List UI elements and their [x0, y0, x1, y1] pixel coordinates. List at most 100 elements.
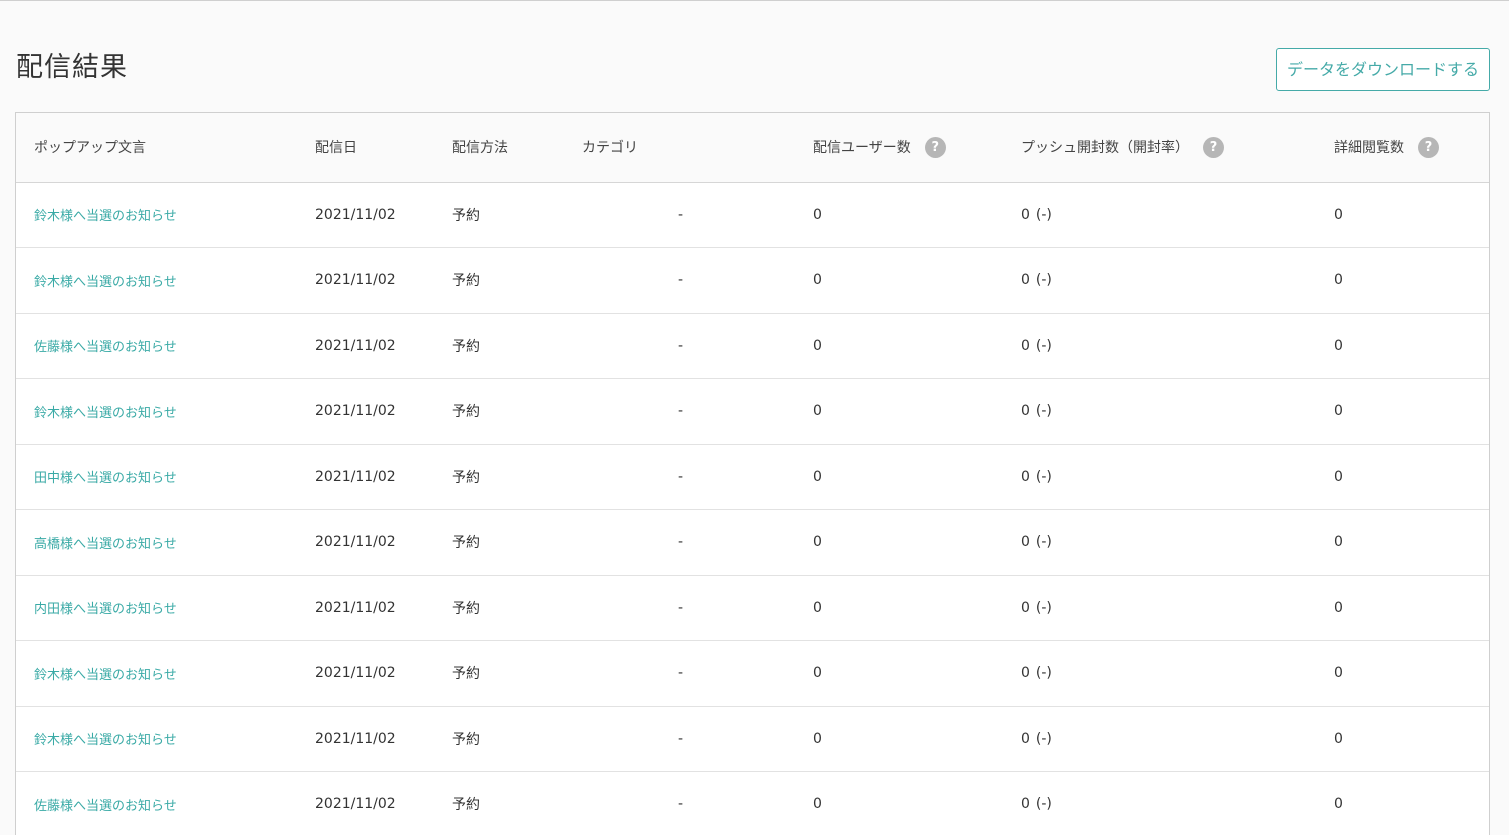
column-header-views-label: 詳細閲覧数: [1334, 139, 1404, 156]
views-cell: 0: [1334, 378, 1489, 445]
push-count: 0: [1021, 665, 1030, 682]
column-header-views: 詳細閲覧数?: [1334, 113, 1489, 183]
push-cell: 0 (-): [1021, 771, 1334, 835]
push-count: 0: [1021, 730, 1030, 747]
push-rate: (-): [1035, 403, 1052, 420]
column-header-method-label: 配信方法: [452, 140, 508, 157]
date-cell: 2021/11/02: [315, 640, 452, 707]
table-header-row: ポップアップ文言 配信日 配信方法 カテゴリ 配信ユーザー数? プッシュ開封数（…: [16, 113, 1489, 183]
message-link[interactable]: 鈴木様へ当選のお知らせ: [34, 275, 177, 290]
push-rate: (-): [1035, 337, 1052, 354]
message-link[interactable]: 鈴木様へ当選のお知らせ: [34, 733, 177, 748]
table-row: 佐藤様へ当選のお知らせ 2021/11/02 予約 - 0 0 (-) 0: [16, 313, 1489, 379]
category-cell: -: [582, 509, 813, 576]
push-cell: 0 (-): [1021, 640, 1334, 707]
push-count: 0: [1021, 468, 1030, 485]
push-cell: 0 (-): [1021, 444, 1334, 510]
users-cell: 0: [813, 444, 1021, 510]
message-cell: 鈴木様へ当選のお知らせ: [16, 378, 315, 445]
message-link[interactable]: 田中様へ当選のお知らせ: [34, 471, 177, 486]
push-help-icon[interactable]: ?: [1203, 137, 1224, 158]
download-data-button[interactable]: データをダウンロードする: [1276, 48, 1490, 91]
push-rate: (-): [1035, 730, 1052, 747]
message-link[interactable]: 佐藤様へ当選のお知らせ: [34, 799, 177, 814]
table-row: 鈴木様へ当選のお知らせ 2021/11/02 予約 - 0 0 (-) 0: [16, 378, 1489, 445]
date-cell: 2021/11/02: [315, 378, 452, 445]
push-count: 0: [1021, 206, 1030, 223]
page: 配信結果 データをダウンロードする ポップアップ文言 配信日 配信方法 カテゴリ…: [0, 0, 1509, 835]
push-cell: 0 (-): [1021, 378, 1334, 445]
date-cell: 2021/11/02: [315, 182, 452, 248]
users-cell: 0: [813, 509, 1021, 576]
views-cell: 0: [1334, 575, 1489, 641]
users-cell: 0: [813, 706, 1021, 772]
push-rate: (-): [1035, 468, 1052, 485]
views-cell: 0: [1334, 509, 1489, 576]
push-cell: 0 (-): [1021, 247, 1334, 314]
column-header-message-label: ポップアップ文言: [34, 140, 146, 157]
table-row: 高橋様へ当選のお知らせ 2021/11/02 予約 - 0 0 (-) 0: [16, 509, 1489, 576]
push-rate: (-): [1035, 599, 1052, 616]
results-table-container: ポップアップ文言 配信日 配信方法 カテゴリ 配信ユーザー数? プッシュ開封数（…: [15, 112, 1490, 835]
column-header-date-label: 配信日: [315, 140, 357, 157]
date-cell: 2021/11/02: [315, 247, 452, 314]
users-cell: 0: [813, 378, 1021, 445]
table-row: 佐藤様へ当選のお知らせ 2021/11/02 予約 - 0 0 (-) 0: [16, 771, 1489, 835]
column-header-users-label: 配信ユーザー数: [813, 139, 911, 156]
method-cell: 予約: [452, 509, 582, 576]
table-row: 鈴木様へ当選のお知らせ 2021/11/02 予約 - 0 0 (-) 0: [16, 247, 1489, 314]
message-link[interactable]: 内田様へ当選のお知らせ: [34, 602, 177, 617]
push-cell: 0 (-): [1021, 706, 1334, 772]
category-cell: -: [582, 313, 813, 379]
push-cell: 0 (-): [1021, 313, 1334, 379]
message-cell: 高橋様へ当選のお知らせ: [16, 509, 315, 576]
users-cell: 0: [813, 247, 1021, 314]
category-cell: -: [582, 378, 813, 445]
users-cell: 0: [813, 640, 1021, 707]
views-cell: 0: [1334, 706, 1489, 772]
message-link[interactable]: 佐藤様へ当選のお知らせ: [34, 340, 177, 355]
message-link[interactable]: 鈴木様へ当選のお知らせ: [34, 668, 177, 683]
users-help-icon[interactable]: ?: [924, 137, 946, 158]
column-header-category-label: カテゴリ: [582, 140, 638, 157]
results-table: ポップアップ文言 配信日 配信方法 カテゴリ 配信ユーザー数? プッシュ開封数（…: [16, 113, 1489, 835]
method-cell: 予約: [452, 771, 582, 835]
category-cell: -: [582, 247, 813, 314]
date-cell: 2021/11/02: [315, 771, 452, 835]
push-count: 0: [1021, 272, 1030, 289]
page-title: 配信結果: [16, 52, 128, 83]
category-cell: -: [582, 706, 813, 772]
table-row: 鈴木様へ当選のお知らせ 2021/11/02 予約 - 0 0 (-) 0: [16, 706, 1489, 772]
push-count: 0: [1021, 337, 1030, 354]
method-cell: 予約: [452, 706, 582, 772]
push-cell: 0 (-): [1021, 575, 1334, 641]
message-link[interactable]: 鈴木様へ当選のお知らせ: [34, 209, 177, 224]
category-cell: -: [582, 444, 813, 510]
users-cell: 0: [813, 771, 1021, 835]
message-link[interactable]: 高橋様へ当選のお知らせ: [34, 537, 177, 552]
method-cell: 予約: [452, 182, 582, 248]
views-help-icon[interactable]: ?: [1418, 137, 1439, 158]
push-rate: (-): [1035, 272, 1052, 289]
method-cell: 予約: [452, 313, 582, 379]
push-rate: (-): [1035, 206, 1052, 223]
users-cell: 0: [813, 575, 1021, 641]
category-cell: -: [582, 640, 813, 707]
message-cell: 内田様へ当選のお知らせ: [16, 575, 315, 641]
message-cell: 田中様へ当選のお知らせ: [16, 444, 315, 510]
users-cell: 0: [813, 182, 1021, 248]
push-count: 0: [1021, 403, 1030, 420]
push-rate: (-): [1035, 796, 1052, 813]
category-cell: -: [582, 182, 813, 248]
table-row: 鈴木様へ当選のお知らせ 2021/11/02 予約 - 0 0 (-) 0: [16, 640, 1489, 707]
message-cell: 佐藤様へ当選のお知らせ: [16, 771, 315, 835]
table-row: 内田様へ当選のお知らせ 2021/11/02 予約 - 0 0 (-) 0: [16, 575, 1489, 641]
message-cell: 鈴木様へ当選のお知らせ: [16, 640, 315, 707]
table-row: 田中様へ当選のお知らせ 2021/11/02 予約 - 0 0 (-) 0: [16, 444, 1489, 510]
message-cell: 鈴木様へ当選のお知らせ: [16, 247, 315, 314]
date-cell: 2021/11/02: [315, 313, 452, 379]
push-cell: 0 (-): [1021, 182, 1334, 248]
date-cell: 2021/11/02: [315, 706, 452, 772]
message-link[interactable]: 鈴木様へ当選のお知らせ: [34, 406, 177, 421]
push-count: 0: [1021, 599, 1030, 616]
